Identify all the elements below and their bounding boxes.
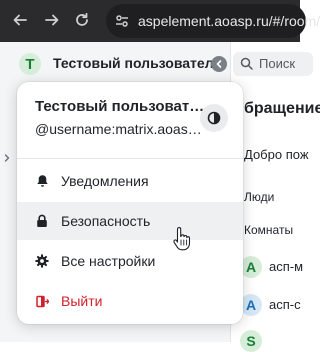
page-title: бращение — [244, 100, 320, 117]
menu-user-info: Тестовый пользователь @username:matrix.a… — [35, 98, 205, 137]
site-settings-icon[interactable] — [114, 13, 130, 29]
divider — [17, 158, 243, 159]
search-input[interactable]: Поиск — [233, 52, 313, 76]
reload-icon — [76, 12, 88, 26]
room-name[interactable]: асп-с — [269, 297, 301, 312]
menu-item-security[interactable]: Безопасность — [17, 202, 243, 240]
menu-display-name: Тестовый пользователь — [35, 98, 205, 115]
menu-item-notifications[interactable]: Уведомления — [17, 162, 243, 200]
user-menu-name[interactable]: Тестовый пользователь — [53, 55, 222, 71]
menu-username: @username:matrix.aoasp.ru — [35, 121, 205, 137]
room-avatar[interactable]: A — [240, 294, 262, 316]
browser-toolbar: aspelement.aoasp.ru/#/room/ — [0, 0, 320, 42]
back-button[interactable] — [8, 8, 32, 32]
arrow-right-icon — [45, 14, 59, 26]
section-rooms[interactable]: Комнаты — [244, 223, 293, 237]
sign-out-icon — [35, 294, 49, 308]
lock-icon — [35, 214, 49, 228]
user-menu-dropdown: Тестовый пользователь @username:matrix.a… — [17, 82, 243, 324]
menu-item-label: Все настройки — [61, 253, 156, 269]
room-avatar[interactable]: S — [240, 330, 262, 352]
room-avatar[interactable]: A — [240, 256, 262, 278]
chevron-left-icon — [216, 60, 222, 68]
theme-icon — [207, 111, 221, 125]
url-text: aspelement.aoasp.ru/#/room/ — [138, 13, 320, 29]
bell-icon — [35, 174, 49, 188]
menu-item-label: Уведомления — [61, 173, 149, 189]
menu-item-label: Безопасность — [61, 213, 151, 229]
search-icon — [240, 57, 253, 70]
section-people[interactable]: Люди — [244, 190, 274, 204]
reload-button[interactable] — [70, 8, 94, 32]
welcome-text: Добро пож — [244, 147, 309, 162]
expand-spaces-button[interactable] — [3, 150, 11, 168]
menu-item-label: Выйти — [61, 293, 103, 309]
arrow-left-icon — [13, 14, 27, 26]
menu-item-sign-out[interactable]: Выйти — [17, 282, 243, 320]
address-bar[interactable]: aspelement.aoasp.ru/#/room/ — [106, 4, 320, 38]
forward-button[interactable] — [40, 8, 64, 32]
menu-item-all-settings[interactable]: Все настройки — [17, 242, 243, 280]
gear-icon — [35, 254, 49, 268]
hand-cursor-icon — [173, 227, 191, 251]
chevron-right-icon — [4, 154, 10, 162]
theme-toggle-button[interactable] — [200, 104, 228, 132]
search-placeholder: Поиск — [259, 56, 296, 71]
room-name[interactable]: асп-м — [269, 259, 303, 274]
user-avatar[interactable]: T — [19, 53, 41, 75]
collapse-panel-button[interactable] — [211, 56, 227, 72]
